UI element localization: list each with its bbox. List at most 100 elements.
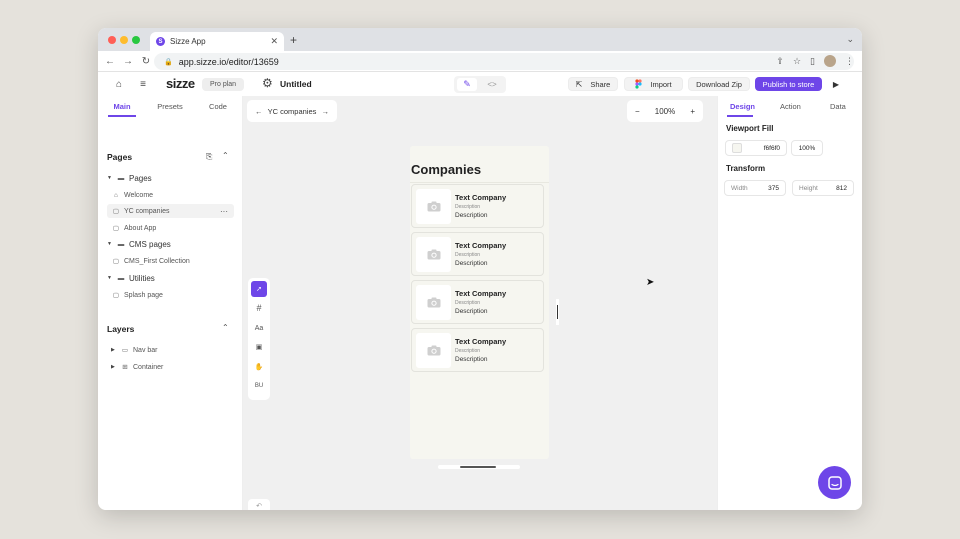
- new-tab-icon[interactable]: +: [290, 33, 297, 47]
- company-card[interactable]: Text Company Description Description: [411, 328, 544, 372]
- tree-label: Pages: [129, 173, 152, 183]
- layer-container[interactable]: ▶ ⊞ Container: [111, 360, 163, 374]
- tab-design[interactable]: Design: [730, 102, 755, 111]
- zoom-in-button[interactable]: +: [690, 107, 695, 116]
- share-button[interactable]: ⇱ Share: [568, 77, 618, 91]
- navbar-layer-icon: ▭: [121, 347, 129, 354]
- browser-menu-icon[interactable]: ⋮: [845, 56, 854, 67]
- play-preview-icon[interactable]: ▶: [828, 77, 844, 91]
- sidepanel-icon[interactable]: ▯: [810, 56, 815, 67]
- fill-hex-value: f6f6f0: [763, 144, 780, 152]
- forward-arrow-icon[interactable]: →: [119, 56, 137, 67]
- minimize-window-dot[interactable]: [120, 36, 128, 44]
- zoom-out-button[interactable]: −: [635, 107, 640, 116]
- close-tab-icon[interactable]: ✕: [270, 36, 278, 47]
- layer-nav-bar[interactable]: ▶ ▭ Nav bar: [111, 343, 158, 357]
- bu-tool[interactable]: BU: [251, 378, 267, 394]
- tree-folder-pages[interactable]: ▼ ▬ Pages: [107, 171, 152, 185]
- tree-page-welcome[interactable]: ⌂ Welcome: [111, 188, 153, 202]
- publish-label: Publish to store: [762, 79, 815, 89]
- expand-caret-icon: ▶: [111, 364, 115, 370]
- tree-folder-cms-pages[interactable]: ▼ ▬ CMS pages: [107, 237, 171, 251]
- design-mode-brush-icon[interactable]: ✎: [457, 78, 477, 91]
- tab-data[interactable]: Data: [830, 102, 846, 111]
- expand-caret-icon: ▼: [107, 175, 112, 181]
- reload-icon[interactable]: ↻: [137, 56, 155, 67]
- plan-badge[interactable]: Pro plan: [202, 78, 245, 91]
- tree-page-cms-first-collection[interactable]: ▢ CMS_First Collection: [111, 254, 190, 268]
- project-title[interactable]: Untitled: [280, 79, 312, 89]
- hamburger-menu-icon[interactable]: ≡: [136, 77, 150, 91]
- card-description: Description: [455, 308, 488, 315]
- tree-page-yc-companies[interactable]: ▢ YC companies ···: [107, 204, 234, 218]
- url-field[interactable]: 🔒 app.sizze.io/editor/13659: [154, 53, 854, 70]
- right-panel: Design Action Data Viewport Fill f6f6f0 …: [717, 96, 862, 510]
- home-icon[interactable]: ⌂: [112, 77, 126, 91]
- tree-label: CMS pages: [129, 239, 171, 249]
- frame-icon[interactable]: #: [251, 300, 267, 316]
- collapse-pages-chevron-icon[interactable]: ⌃: [222, 151, 229, 160]
- image-icon[interactable]: ▣: [251, 339, 267, 355]
- width-field[interactable]: Width 375: [724, 180, 786, 196]
- bookmark-star-icon[interactable]: ☆: [793, 56, 801, 67]
- profile-avatar[interactable]: [824, 55, 836, 67]
- tree-page-splash-page[interactable]: ▢ Splash page: [111, 288, 163, 302]
- code-mode-icon[interactable]: <>: [482, 78, 502, 91]
- card-subtitle: Description: [455, 348, 481, 354]
- gear-icon[interactable]: ⚙: [262, 76, 273, 90]
- tab-code[interactable]: Code: [194, 102, 242, 111]
- fill-color-field[interactable]: f6f6f0: [725, 140, 787, 156]
- company-card[interactable]: Text Company Description Description: [411, 184, 544, 228]
- tree-folder-utilities[interactable]: ▼ ▬ Utilities: [107, 271, 155, 285]
- tab-list-chevron-icon[interactable]: ⌄: [846, 34, 854, 45]
- camera-placeholder-icon: [416, 237, 451, 272]
- company-card[interactable]: Text Company Description Description: [411, 280, 544, 324]
- card-subtitle: Description: [455, 300, 481, 306]
- publish-button[interactable]: Publish to store: [755, 77, 822, 91]
- hand-icon[interactable]: ✋: [251, 359, 267, 375]
- page-icon: ▢: [112, 208, 120, 215]
- back-arrow-icon[interactable]: ←: [101, 56, 119, 67]
- page-icon: ▢: [112, 225, 120, 232]
- active-tab-underline: [108, 115, 136, 117]
- maximize-window-dot[interactable]: [132, 36, 140, 44]
- chat-support-button[interactable]: [818, 466, 851, 499]
- fill-opacity-field[interactable]: 100%: [791, 140, 823, 156]
- company-card[interactable]: Text Company Description Description: [411, 232, 544, 276]
- close-window-dot[interactable]: [108, 36, 116, 44]
- tab-main[interactable]: Main: [98, 102, 146, 111]
- camera-placeholder-icon: [416, 333, 451, 368]
- share-page-icon[interactable]: ⇪: [776, 56, 784, 67]
- home-indicator: [460, 466, 496, 468]
- tool-palette: ➚ # Aa ▣ ✋ BU: [248, 278, 270, 400]
- import-button[interactable]: Import: [624, 77, 683, 91]
- phone-frame[interactable]: Companies Text Company Description Descr…: [410, 146, 549, 469]
- frame-resize-handle[interactable]: [556, 299, 559, 325]
- previous-page-arrow-icon[interactable]: ←: [255, 107, 263, 116]
- fill-color-swatch[interactable]: [732, 143, 742, 153]
- browser-window: S Sizze App ✕ + ⌄ ← → ↻ 🔒 app.sizze.io/e…: [98, 28, 862, 510]
- tab-presets[interactable]: Presets: [146, 102, 194, 111]
- camera-placeholder-icon: [416, 285, 451, 320]
- tab-action[interactable]: Action: [780, 102, 801, 111]
- card-subtitle: Description: [455, 204, 481, 210]
- active-tab-underline: [727, 115, 753, 117]
- more-options-icon[interactable]: ···: [220, 207, 228, 216]
- layers-heading: Layers: [107, 324, 135, 334]
- text-tool[interactable]: Aa: [251, 320, 267, 336]
- frame-divider: [410, 182, 549, 183]
- height-field[interactable]: Height 812: [792, 180, 854, 196]
- undo-icon[interactable]: ↶: [248, 499, 270, 510]
- layer-label: Nav bar: [133, 346, 158, 354]
- next-page-arrow-icon[interactable]: →: [322, 107, 330, 116]
- transform-label: Transform: [726, 164, 766, 173]
- add-page-icon[interactable]: ⎘: [206, 152, 212, 162]
- collapse-layers-chevron-icon[interactable]: ⌃: [222, 323, 229, 332]
- tree-page-about-app[interactable]: ▢ About App: [111, 221, 156, 235]
- sizze-logo: sizze: [166, 76, 195, 91]
- cursor-icon[interactable]: ➚: [251, 281, 267, 297]
- mouse-pointer-icon: ➤: [646, 277, 655, 288]
- editor-canvas[interactable]: ← YC companies → − 100% + ➚ # Aa ▣ ✋ BU …: [243, 96, 717, 510]
- browser-tab[interactable]: S Sizze App ✕: [150, 32, 284, 51]
- download-zip-button[interactable]: Download Zip: [688, 77, 750, 91]
